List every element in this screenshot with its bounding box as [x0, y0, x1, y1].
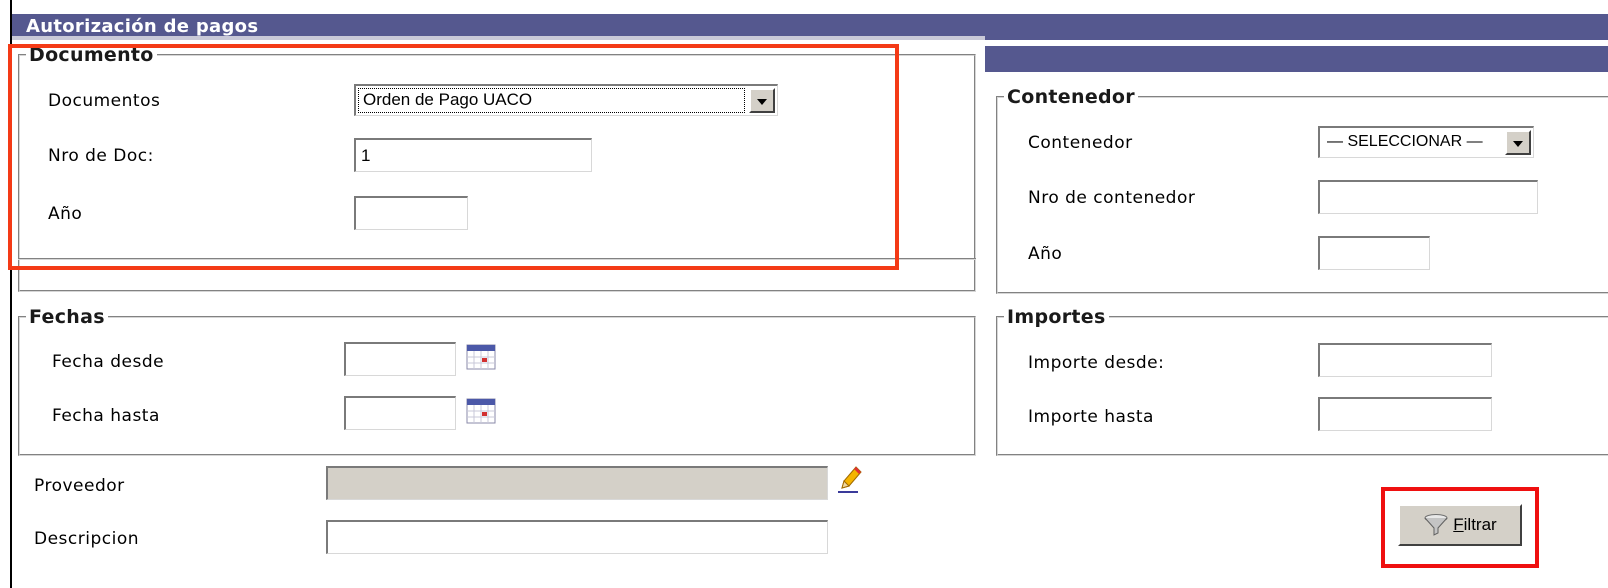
descripcion-label: Descripcion [34, 529, 140, 549]
fecha-hasta-input[interactable] [344, 396, 456, 430]
fechas-group: Fechas [18, 306, 976, 456]
importes-legend: Importes [1007, 306, 1106, 328]
contenedor-legend: Contenedor [1007, 86, 1135, 108]
calendar-icon[interactable] [466, 398, 496, 424]
contenedor-header-bar [985, 46, 1608, 72]
contenedor-label: Contenedor [1028, 133, 1133, 153]
importe-desde-input[interactable] [1318, 343, 1492, 377]
importe-hasta-input[interactable] [1318, 397, 1492, 431]
descripcion-input[interactable] [326, 520, 828, 554]
nro-contenedor-input[interactable] [1318, 180, 1538, 214]
documento-highlight-box [8, 44, 899, 270]
calendar-icon[interactable] [466, 344, 496, 370]
contenedor-select[interactable]: — SELECCIONAR — [1318, 126, 1534, 158]
anio-contenedor-input[interactable] [1318, 236, 1430, 270]
fecha-desde-label: Fecha desde [52, 352, 165, 372]
importe-hasta-label: Importe hasta [1028, 407, 1154, 427]
filter-highlight-box [1381, 487, 1539, 568]
fechas-legend: Fechas [29, 306, 105, 328]
nro-contenedor-label: Nro de contenedor [1028, 188, 1196, 208]
importes-group: Importes [996, 306, 1608, 456]
fecha-hasta-label: Fecha hasta [52, 406, 160, 426]
anio-contenedor-label: Año [1028, 244, 1063, 264]
proveedor-input [326, 466, 828, 500]
proveedor-label: Proveedor [34, 476, 125, 496]
importe-desde-label: Importe desde: [1028, 353, 1165, 373]
window-title: Autorización de pagos [26, 16, 259, 37]
pencil-edit-icon[interactable] [836, 464, 862, 494]
fecha-desde-input[interactable] [344, 342, 456, 376]
contenedor-dropdown-button[interactable] [1505, 130, 1531, 155]
contenedor-selected-value: — SELECCIONAR — [1327, 133, 1483, 150]
